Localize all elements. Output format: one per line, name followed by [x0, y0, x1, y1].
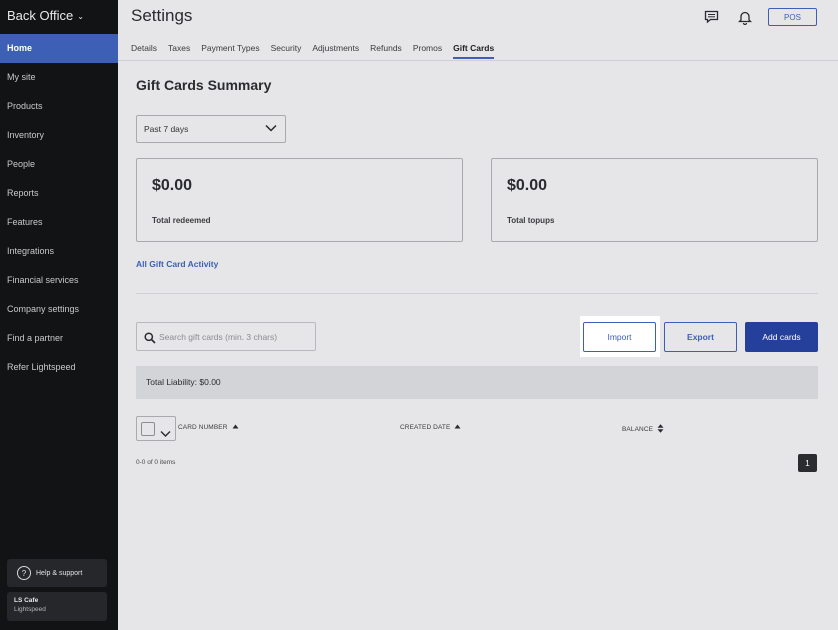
settings-tabs: Details Taxes Payment Types Security Adj…	[131, 38, 505, 59]
tab-adjustments[interactable]: Adjustments	[312, 38, 359, 59]
total-redeemed-card: $0.00 Total redeemed	[136, 158, 463, 242]
help-support-button[interactable]: ? Help & support	[7, 559, 107, 587]
chat-icon[interactable]	[704, 10, 719, 24]
total-redeemed-label: Total redeemed	[152, 216, 211, 225]
import-button[interactable]: Import	[583, 322, 656, 352]
select-all-checkbox[interactable]	[141, 422, 155, 436]
chevron-down-icon[interactable]	[160, 425, 171, 443]
bell-icon[interactable]	[737, 10, 753, 26]
section-title: Gift Cards Summary	[136, 77, 272, 93]
chevron-down-icon	[265, 124, 277, 134]
bulk-select	[136, 416, 176, 441]
total-topups-card: $0.00 Total topups	[491, 158, 818, 242]
sidebar-nav: Home My site Products Inventory People R…	[0, 34, 118, 382]
export-button[interactable]: Export	[664, 322, 737, 352]
sidebar-item-features[interactable]: Features	[0, 208, 118, 237]
total-liability-bar: Total Liability: $0.00	[136, 366, 818, 399]
tab-details[interactable]: Details	[131, 38, 157, 59]
sidebar-item-find-a-partner[interactable]: Find a partner	[0, 324, 118, 353]
total-topups-amount: $0.00	[507, 177, 548, 194]
store-switcher[interactable]: LS Cafe Lightspeed	[7, 592, 107, 621]
help-label: Help & support	[36, 569, 83, 577]
sidebar-item-refer-lightspeed[interactable]: Refer Lightspeed	[0, 353, 118, 382]
tab-taxes[interactable]: Taxes	[168, 38, 190, 59]
sidebar-item-home[interactable]: Home	[0, 34, 118, 63]
add-cards-button[interactable]: Add cards	[745, 322, 818, 352]
search-input[interactable]	[159, 323, 309, 350]
sort-asc-icon	[232, 424, 239, 431]
main-content: Settings POS Details Taxes Payment Types…	[118, 0, 838, 630]
total-topups-label: Total topups	[507, 216, 555, 225]
sidebar-item-inventory[interactable]: Inventory	[0, 121, 118, 150]
column-label: CREATED DATE	[400, 424, 451, 431]
back-office-menu[interactable]: Back Office ⌄	[7, 8, 84, 23]
tab-refunds[interactable]: Refunds	[370, 38, 402, 59]
store-sub: Lightspeed	[14, 606, 46, 613]
all-gift-card-activity-link[interactable]: All Gift Card Activity	[136, 259, 218, 269]
column-label: CARD NUMBER	[178, 424, 228, 431]
period-value: Past 7 days	[144, 124, 189, 134]
section-divider	[136, 293, 818, 294]
column-balance[interactable]: BALANCE	[622, 424, 664, 435]
page-title: Settings	[131, 6, 193, 25]
sidebar-item-reports[interactable]: Reports	[0, 179, 118, 208]
store-name: LS Cafe	[14, 597, 39, 604]
period-select[interactable]: Past 7 days	[136, 115, 286, 143]
search-box	[136, 322, 316, 351]
chevron-down-icon: ⌄	[77, 11, 84, 21]
sort-both-icon	[657, 424, 664, 435]
tab-gift-cards[interactable]: Gift Cards	[453, 38, 495, 59]
pos-button[interactable]: POS	[768, 8, 817, 26]
tab-payment-types[interactable]: Payment Types	[201, 38, 259, 59]
sort-asc-icon	[454, 424, 461, 431]
search-icon	[144, 331, 156, 349]
sidebar-item-people[interactable]: People	[0, 150, 118, 179]
tab-security[interactable]: Security	[271, 38, 302, 59]
sidebar-item-integrations[interactable]: Integrations	[0, 237, 118, 266]
total-redeemed-amount: $0.00	[152, 177, 193, 194]
page-button[interactable]: 1	[798, 454, 817, 472]
sidebar-item-company-settings[interactable]: Company settings	[0, 295, 118, 324]
tabs-divider	[118, 60, 838, 61]
help-icon: ?	[17, 566, 31, 580]
sidebar-item-financial-services[interactable]: Financial services	[0, 266, 118, 295]
sidebar-item-products[interactable]: Products	[0, 92, 118, 121]
column-card-number[interactable]: CARD NUMBER	[178, 424, 239, 431]
sidebar: Back Office ⌄ Home My site Products Inve…	[0, 0, 118, 630]
column-label: BALANCE	[622, 426, 654, 433]
column-created-date[interactable]: CREATED DATE	[400, 424, 461, 431]
tab-promos[interactable]: Promos	[413, 38, 442, 59]
items-count: 0-0 of 0 items	[136, 459, 176, 466]
brand-label: Back Office	[7, 8, 74, 23]
sidebar-item-my-site[interactable]: My site	[0, 63, 118, 92]
